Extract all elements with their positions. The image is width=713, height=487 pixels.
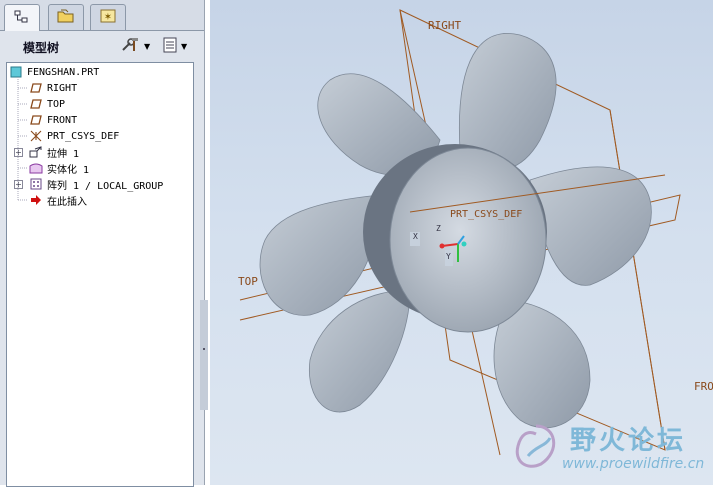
svg-text:✶: ✶ xyxy=(104,12,112,23)
tree-root-label: FENGSHAN.PRT xyxy=(27,66,100,78)
tree-item-solidify[interactable]: 实体化 1 xyxy=(29,160,89,176)
favorites-tab[interactable]: ✶ xyxy=(90,4,126,30)
settings-button[interactable]: ▼ xyxy=(120,37,150,55)
datum-label-front: FRO xyxy=(694,380,713,393)
tree-item-insert-here[interactable]: 在此插入 xyxy=(29,192,87,208)
folder-browser-tab[interactable] xyxy=(48,4,84,30)
show-menu-button[interactable]: ▼ xyxy=(162,37,187,55)
tree-icon xyxy=(14,10,30,27)
x-axis-label: X xyxy=(413,232,418,241)
blade xyxy=(529,166,652,286)
watermark-logo-icon xyxy=(515,424,556,468)
tree-item-label: 实体化 1 xyxy=(47,164,90,176)
tree-item-label: PRT_CSYS_DEF xyxy=(47,130,120,142)
tree-item-label: 在此插入 xyxy=(47,196,87,208)
datum-label-top: TOP xyxy=(238,275,258,288)
list-icon xyxy=(162,37,178,56)
folder-icon xyxy=(57,9,75,26)
csys-label: PRT_CSYS_DEF xyxy=(450,209,523,220)
tree-item-label: FRONT xyxy=(47,114,78,126)
z-axis-label: Z xyxy=(436,224,441,233)
tree-item-label: RIGHT xyxy=(47,82,78,94)
navigator-tabs: ✶ xyxy=(0,0,204,31)
y-axis-label: Y xyxy=(446,252,451,261)
watermark-url: www.proewildfire.cn xyxy=(562,456,705,472)
tree-item-label: TOP xyxy=(47,98,66,110)
grip-icon xyxy=(203,348,205,350)
chevron-down-icon: ▼ xyxy=(144,41,151,51)
watermark: 野火论坛 www.proewildfire.cn xyxy=(500,416,710,478)
star-icon: ✶ xyxy=(99,9,117,26)
tree-item-csys[interactable]: PRT_CSYS_DEF xyxy=(29,128,119,144)
watermark-title: 野火论坛 xyxy=(570,426,687,456)
tree-item-label: 拉伸 1 xyxy=(47,148,80,160)
fan-model xyxy=(239,9,681,456)
chevron-down-icon: ▼ xyxy=(181,41,188,51)
tree-lines xyxy=(17,77,27,201)
tree-item-pattern[interactable]: 阵列 1 / LOCAL_GROUP xyxy=(29,176,163,192)
datum-label-right: RIGHT xyxy=(428,19,462,32)
blade xyxy=(259,194,381,316)
graphics-window[interactable]: RIGHT TOP FRO PRT_CSYS_DEF X Y Z 野火论坛 ww… xyxy=(210,0,713,485)
model-tree-panel: ✶ 模型树 ▼ ▼ FENGSHAN.PRT RIGHT TOP FRONT P… xyxy=(0,0,205,487)
model-tree: FENGSHAN.PRT RIGHT TOP FRONT PRT_CSYS_DE… xyxy=(6,62,194,487)
tools-icon xyxy=(120,37,142,56)
model-tree-tab[interactable] xyxy=(4,4,40,31)
panel-splitter[interactable] xyxy=(200,300,208,410)
tree-item-label: 阵列 1 / LOCAL_GROUP xyxy=(47,180,164,192)
panel-header: 模型树 ▼ ▼ xyxy=(0,31,204,61)
panel-title: 模型树 xyxy=(23,41,60,55)
